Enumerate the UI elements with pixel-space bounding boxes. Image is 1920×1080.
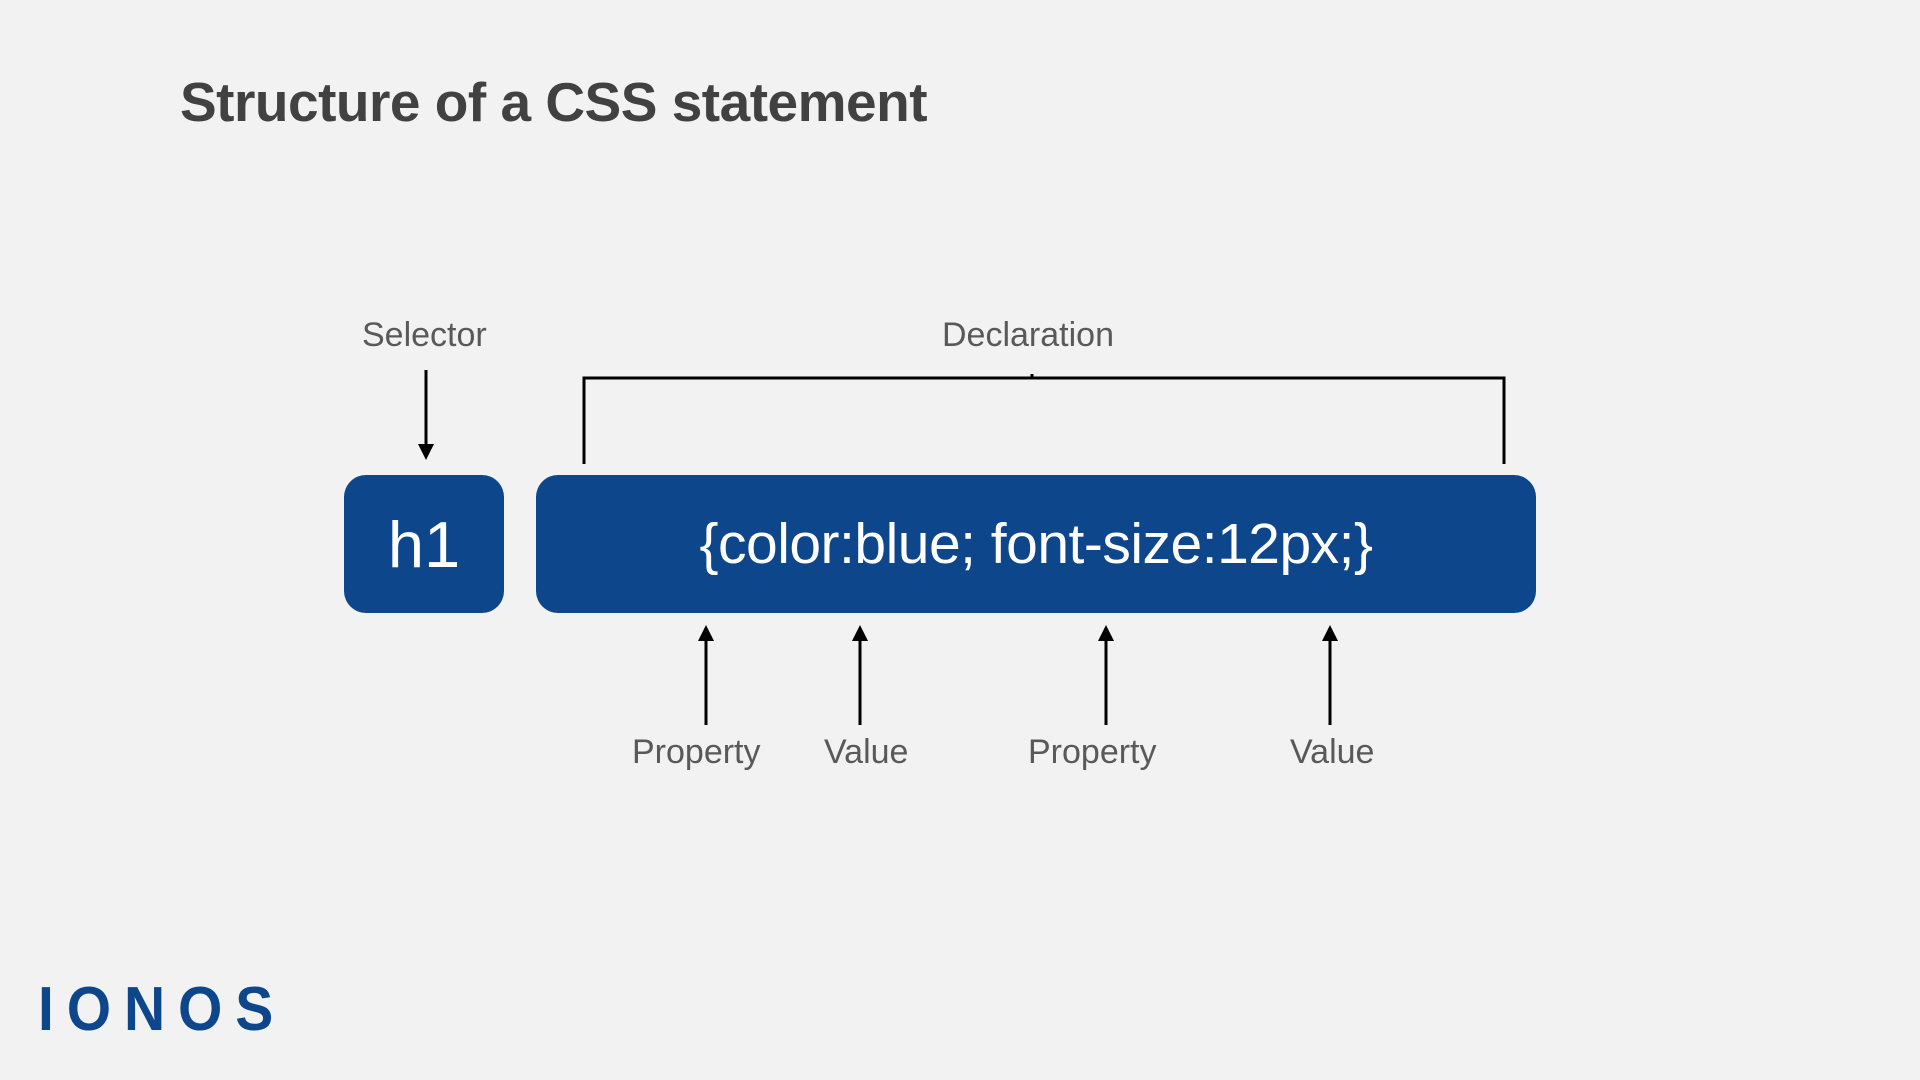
selector-box: h1 bbox=[344, 475, 504, 613]
bracket-declaration-icon bbox=[584, 374, 1504, 464]
declaration-text: {color:blue; font-size:12px;} bbox=[699, 511, 1372, 577]
arrow-property2-up-icon bbox=[1096, 625, 1116, 725]
label-declaration: Declaration bbox=[942, 316, 1114, 355]
arrow-value1-up-icon bbox=[850, 625, 870, 725]
label-value-2: Value bbox=[1290, 733, 1374, 772]
brand-logo: IONOS bbox=[38, 974, 286, 1045]
label-property-1: Property bbox=[632, 733, 761, 772]
declaration-box: {color:blue; font-size:12px;} bbox=[536, 475, 1536, 613]
arrow-selector-down-icon bbox=[416, 370, 436, 460]
selector-text: h1 bbox=[388, 507, 460, 582]
page-title: Structure of a CSS statement bbox=[180, 70, 927, 134]
label-selector: Selector bbox=[362, 316, 487, 355]
label-property-2: Property bbox=[1028, 733, 1157, 772]
arrow-value2-up-icon bbox=[1320, 625, 1340, 725]
arrow-property1-up-icon bbox=[696, 625, 716, 725]
label-value-1: Value bbox=[824, 733, 908, 772]
